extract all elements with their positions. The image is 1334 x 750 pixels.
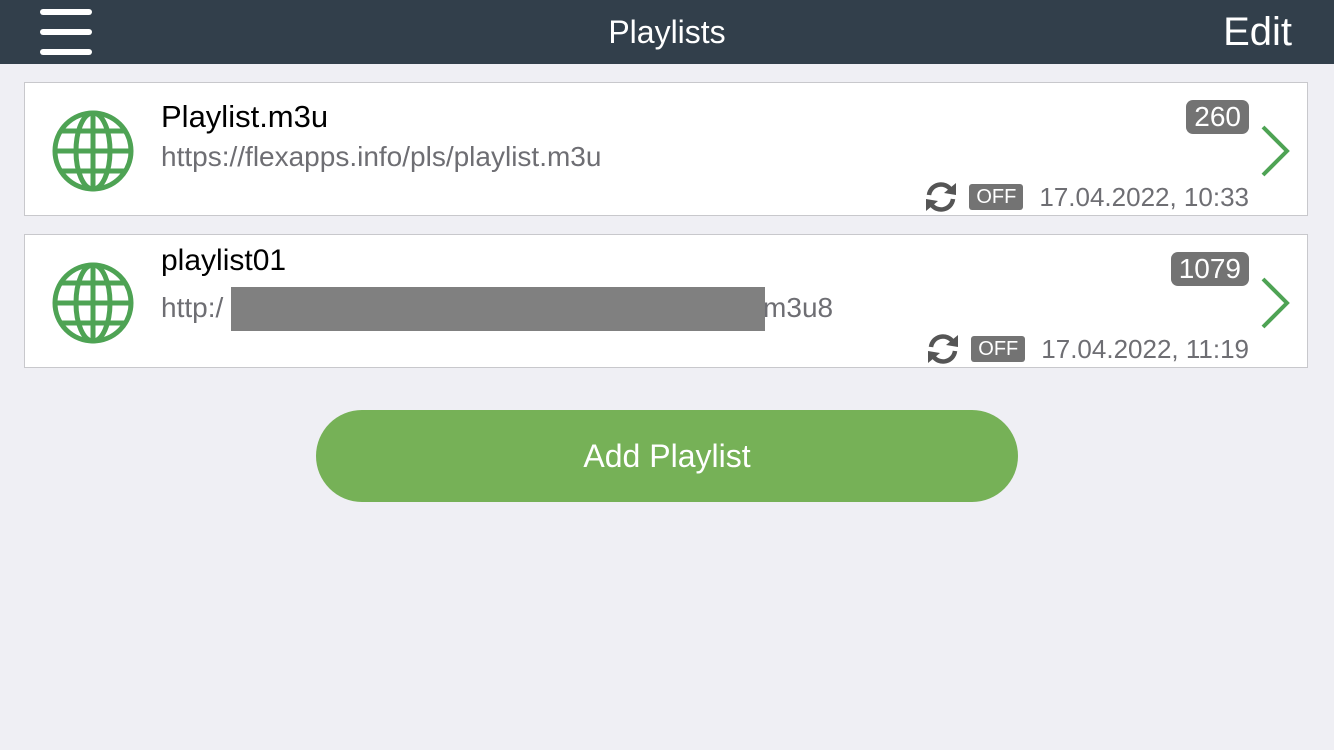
auto-update-status-badge: OFF (969, 184, 1024, 210)
playlist-name: Playlist.m3u (161, 99, 329, 134)
updated-date: 17.04.2022, 10:33 (1039, 182, 1249, 212)
add-playlist-button[interactable]: Add Playlist (316, 410, 1018, 502)
playlist-name: playlist01 (161, 244, 287, 277)
redacted-region (231, 287, 765, 331)
globe-icon (52, 262, 134, 344)
refresh-icon[interactable] (925, 333, 961, 365)
auto-update-status-badge: OFF (971, 336, 1026, 362)
globe-icon (52, 110, 134, 192)
playlist-url: https://flexapps.info/pls/playlist.m3u (161, 141, 602, 172)
navigation-bar: Playlists Edit (0, 0, 1334, 64)
playlist-row[interactable]: Playlist.m3u https://flexapps.info/pls/p… (24, 82, 1308, 216)
channel-count-badge: 260 (1186, 100, 1249, 134)
playlist-row[interactable]: playlist01 http:/ .m3u8 1079 OFF 17.04.202… (24, 234, 1308, 368)
refresh-icon[interactable] (923, 181, 959, 213)
playlist-meta: OFF 17.04.2022, 11:19 (925, 333, 1249, 367)
playlist-url-suffix: .m3u8 (755, 292, 834, 323)
edit-button[interactable]: Edit (1223, 10, 1292, 54)
playlist-meta: OFF 17.04.2022, 10:33 (923, 181, 1249, 215)
page-title: Playlists (608, 14, 726, 50)
chevron-right-icon[interactable] (1259, 123, 1293, 179)
updated-date: 17.04.2022, 11:19 (1041, 334, 1249, 364)
chevron-right-icon[interactable] (1259, 275, 1293, 331)
channel-count-badge: 1079 (1170, 252, 1249, 286)
playlist-url-prefix: http:/ (161, 292, 224, 323)
